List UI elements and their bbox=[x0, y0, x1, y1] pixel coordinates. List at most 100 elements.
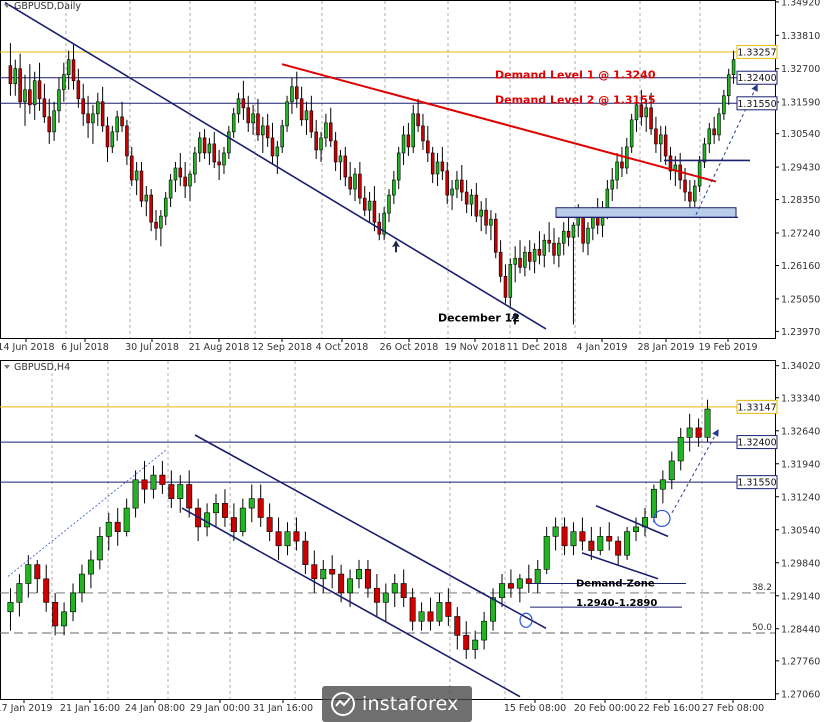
candle-body bbox=[280, 125, 284, 148]
candle-body bbox=[66, 59, 71, 76]
candle-body bbox=[356, 569, 362, 580]
candle-body bbox=[663, 134, 668, 157]
candle-body bbox=[62, 74, 66, 91]
candle-body bbox=[42, 98, 47, 118]
candle-body bbox=[561, 230, 566, 244]
candle-body bbox=[615, 161, 619, 181]
candle-body bbox=[338, 573, 345, 594]
candle-body bbox=[96, 101, 100, 115]
candle-body bbox=[586, 227, 590, 244]
instaforex-logo-icon bbox=[331, 692, 355, 716]
demand-zone-label: Demand-Zone bbox=[576, 579, 655, 590]
candle-body bbox=[163, 197, 168, 217]
x-tick-label: 19 Feb 2019 bbox=[698, 342, 757, 353]
candle-body bbox=[275, 146, 280, 157]
candle-body bbox=[469, 194, 474, 205]
candle-body bbox=[139, 170, 144, 202]
candle-body bbox=[328, 122, 333, 142]
candle-body bbox=[207, 143, 212, 154]
candle-body bbox=[173, 167, 178, 181]
candle-body bbox=[362, 197, 367, 211]
candle-body bbox=[52, 110, 56, 133]
candle-body bbox=[722, 95, 726, 115]
candle-body bbox=[605, 188, 610, 211]
x-tick-label: 21 Jan 16:00 bbox=[60, 703, 120, 714]
fib-level-label: 38.2 bbox=[752, 583, 772, 593]
candle-body bbox=[624, 531, 631, 556]
candle-body bbox=[633, 526, 640, 532]
candle-body bbox=[329, 569, 336, 575]
candle-body bbox=[105, 521, 112, 537]
candle-body bbox=[227, 131, 231, 154]
candle-body bbox=[463, 635, 470, 650]
candle-body bbox=[123, 507, 130, 532]
y-tick-label: 1.26160 bbox=[781, 261, 820, 272]
candle-body bbox=[688, 191, 692, 202]
x-tick-label: 4 Jan 2019 bbox=[577, 342, 628, 353]
y-tick-label: 1.33340 bbox=[781, 393, 820, 404]
candle-body bbox=[320, 569, 327, 580]
candle-body bbox=[266, 517, 273, 532]
candle-body bbox=[132, 479, 139, 509]
candle-body bbox=[702, 143, 707, 163]
candle-body bbox=[257, 498, 264, 518]
candle-body bbox=[231, 113, 236, 133]
candle-body bbox=[472, 639, 479, 650]
candle-body bbox=[125, 125, 129, 157]
candle-body bbox=[649, 107, 653, 130]
candle-body bbox=[518, 257, 522, 268]
candle-body bbox=[57, 89, 61, 112]
candle-body bbox=[183, 176, 187, 187]
candle-body bbox=[391, 583, 398, 594]
candle-body bbox=[43, 578, 50, 603]
candle-body bbox=[654, 128, 658, 145]
candle-body bbox=[406, 134, 411, 148]
candle-body bbox=[416, 113, 420, 127]
candle-body bbox=[71, 59, 76, 82]
candle-body bbox=[52, 602, 59, 627]
y-tick-label: 1.27240 bbox=[781, 228, 820, 239]
candle-body bbox=[677, 437, 684, 462]
candle-body bbox=[513, 257, 517, 265]
candle-body bbox=[464, 191, 469, 205]
candle-body bbox=[557, 242, 561, 256]
y-tick-label: 1.33810 bbox=[781, 31, 820, 42]
y-tick-label: 1.31590 bbox=[781, 98, 820, 109]
candle-body bbox=[537, 248, 542, 256]
candle-body bbox=[270, 137, 275, 157]
candle-body bbox=[114, 521, 121, 532]
candle-body bbox=[421, 125, 425, 142]
candle-body bbox=[25, 564, 32, 584]
candle-body bbox=[76, 80, 81, 100]
candle-body bbox=[494, 218, 498, 253]
candle-body bbox=[427, 611, 434, 622]
candle-body bbox=[639, 104, 644, 118]
x-tick-label: 20 Feb 00:00 bbox=[574, 703, 636, 714]
candle-body bbox=[333, 140, 338, 163]
y-tick-label: 1.32700 bbox=[781, 64, 820, 75]
y-tick-label: 1.27060 bbox=[781, 689, 820, 700]
candle-body bbox=[86, 113, 90, 124]
candle-body bbox=[230, 517, 237, 532]
candle-body bbox=[299, 98, 304, 121]
y-tick-label: 1.25050 bbox=[781, 294, 820, 305]
candle-body bbox=[159, 215, 163, 229]
y-tick-label: 1.29430 bbox=[781, 163, 820, 174]
y-tick-label: 1.30540 bbox=[781, 129, 820, 140]
candle-body bbox=[81, 98, 85, 115]
candle-body bbox=[460, 179, 464, 193]
daily-plot-frame bbox=[0, 0, 776, 339]
y-tick-label: 1.31940 bbox=[781, 459, 820, 470]
candle-body bbox=[47, 116, 52, 133]
candle-body bbox=[561, 526, 568, 547]
candle-body bbox=[426, 140, 430, 154]
candle-body bbox=[248, 498, 255, 509]
price-tag-label: 1.32400 bbox=[737, 438, 776, 449]
x-tick-label: 6 Jul 2018 bbox=[61, 342, 109, 353]
candle-body bbox=[481, 620, 488, 641]
candle-body bbox=[239, 507, 246, 532]
candle-body bbox=[396, 152, 401, 181]
chart-stage: Demand Level 1 @ 1.3240 Demand Level 2 @ … bbox=[0, 0, 824, 714]
candle-body bbox=[261, 125, 265, 136]
y-tick-label: 1.29840 bbox=[781, 558, 820, 569]
